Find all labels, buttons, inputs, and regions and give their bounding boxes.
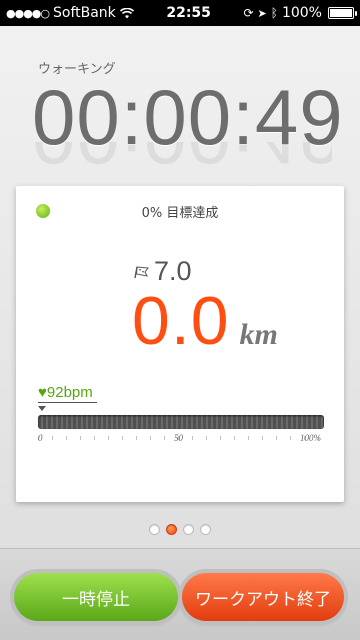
battery-icon [327, 7, 357, 19]
elapsed-timer-reflection: 00:00:49 [32, 142, 332, 176]
end-workout-button[interactable]: ワークアウト終了 [182, 573, 344, 621]
heart-rate-value: ♥92bpm [38, 384, 93, 401]
distance-progress-bar [38, 415, 324, 429]
status-bar: ●●●●○ SoftBank 22:55 ⟳ ➤ ᛒ 100% [0, 0, 360, 26]
heart-rate-pointer [38, 406, 46, 411]
clock: 22:55 [166, 5, 211, 21]
heart-rate: ♥92bpm [38, 384, 97, 403]
goal-progress-label: 0% 目標達成 [141, 206, 219, 221]
pause-button[interactable]: 一時停止 [14, 573, 178, 621]
page-dot[interactable] [166, 524, 177, 535]
current-distance: 0.0 km [132, 282, 278, 360]
distance-unit: km [239, 318, 278, 351]
distance-value: 0.0 [132, 283, 230, 359]
wifi-icon [119, 7, 134, 18]
page-dot[interactable] [149, 524, 160, 535]
rotation-lock-icon: ⟳ [243, 6, 254, 20]
goal-flag-icon [134, 265, 149, 278]
scale-start: 0 [38, 433, 43, 443]
page-dot[interactable] [183, 524, 194, 535]
signal-icon: ●●●●○ [6, 6, 50, 20]
scale-end: 100% [300, 433, 321, 443]
location-icon: ➤ [257, 6, 267, 20]
page-indicator[interactable] [0, 524, 360, 535]
bottom-bar: 一時停止 ワークアウト終了 [0, 548, 360, 640]
scale-mid: 50 [174, 433, 183, 443]
carrier-label: SoftBank [53, 5, 116, 21]
page-dot[interactable] [200, 524, 211, 535]
workout-card[interactable]: 0% 目標達成 7.0 0.0 km ♥92bpm 0 50 100% [16, 186, 344, 502]
battery-label: 100% [281, 5, 322, 21]
bluetooth-icon: ᛒ [270, 6, 278, 20]
